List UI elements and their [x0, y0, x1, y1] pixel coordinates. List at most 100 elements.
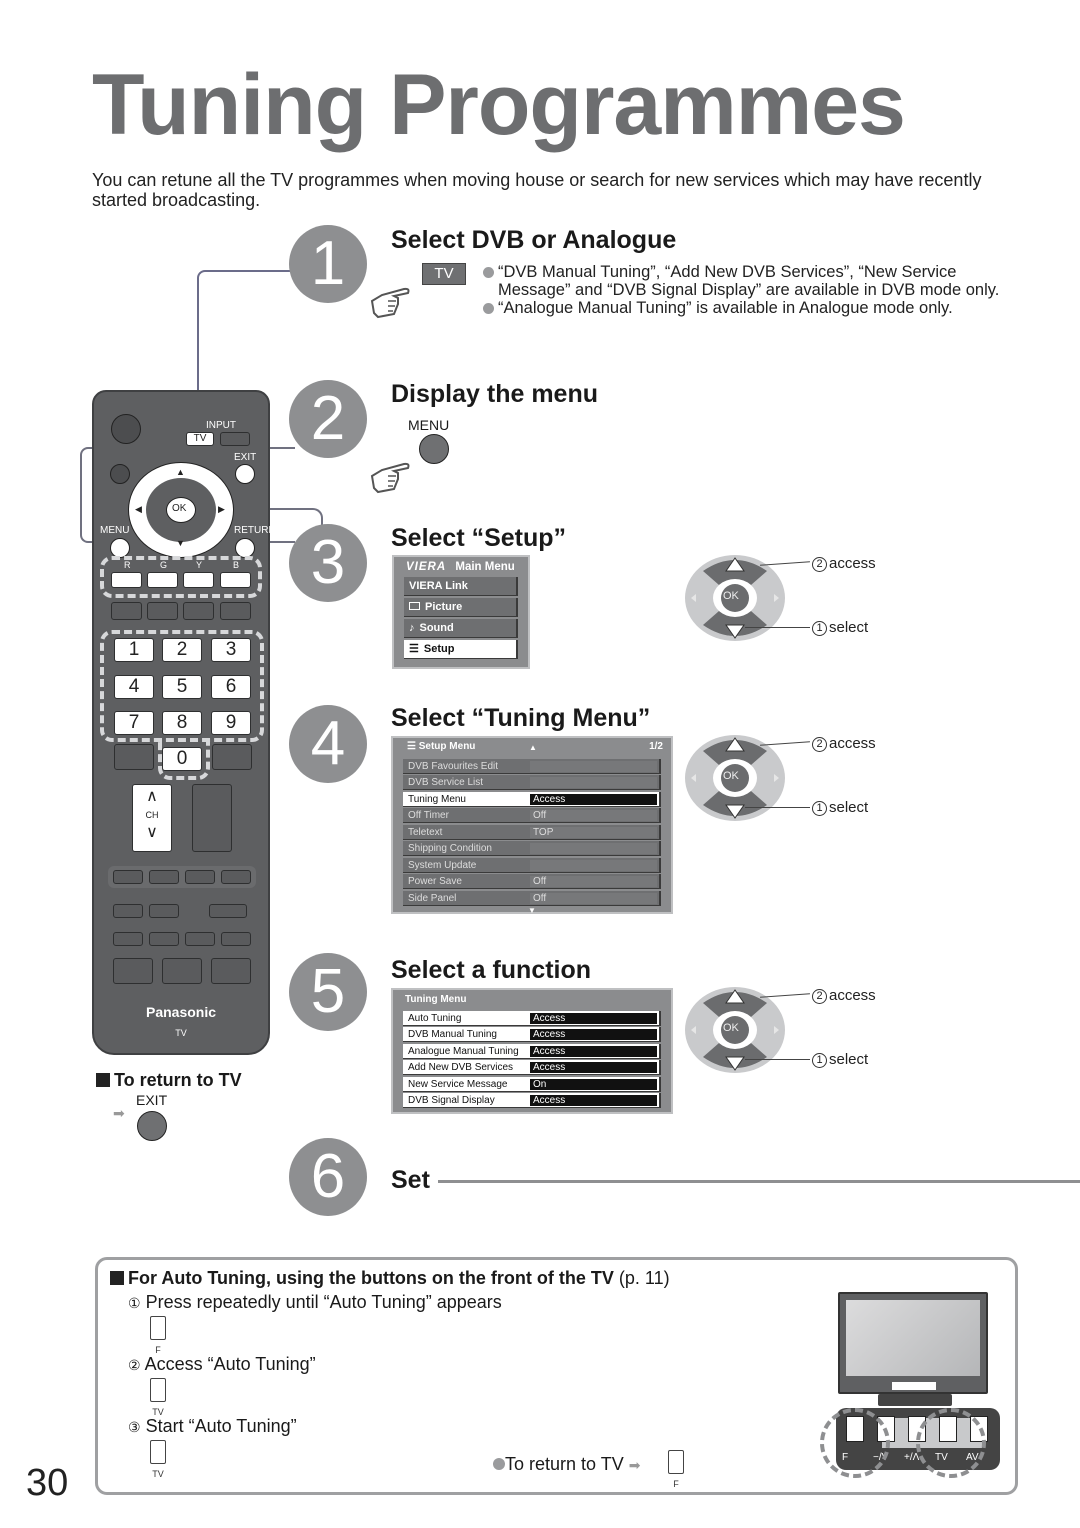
scroll-down-icon: ▼ [528, 906, 536, 915]
function-key-2[interactable] [147, 602, 178, 620]
setup-menu-row[interactable]: System Update [403, 857, 661, 873]
function-key-3[interactable] [183, 602, 214, 620]
digit-key-0[interactable]: 0 [162, 747, 202, 771]
yellow-key[interactable] [183, 572, 214, 588]
lower-key-3[interactable] [185, 932, 215, 946]
tv-button[interactable]: TV [186, 432, 214, 446]
power-button[interactable] [111, 414, 141, 444]
row-label: Add New DVB Services [408, 1062, 514, 1073]
green-key[interactable] [147, 572, 178, 588]
row-label: System Update [408, 859, 477, 871]
red-key-label: R [124, 560, 131, 570]
transport-key-2[interactable] [149, 870, 179, 884]
ok-button[interactable]: OK [723, 1022, 739, 1034]
menu-key-button[interactable] [419, 434, 449, 464]
transport-key-4[interactable] [221, 870, 251, 884]
access-number: 2 [812, 737, 827, 752]
setup-menu-row[interactable]: Off Timer Off [403, 808, 661, 823]
red-key[interactable] [111, 572, 142, 588]
blue-key[interactable] [220, 572, 251, 588]
tuning-menu-row[interactable]: DVB Signal Display Access [403, 1093, 661, 1108]
step-5-heading: Select a function [391, 956, 592, 984]
tuning-menu-row[interactable]: DVB Manual Tuning Access [403, 1027, 661, 1042]
green-key-label: G [160, 560, 168, 570]
option-key-3[interactable] [209, 904, 247, 918]
row-value [530, 859, 657, 871]
tuning-menu-row[interactable]: Auto Tuning Access [403, 1010, 661, 1026]
setup-menu-row[interactable]: DVB Favourites Edit [403, 758, 661, 774]
function-key-1[interactable] [111, 602, 142, 620]
up-arrow-icon[interactable]: ▲ [176, 467, 185, 477]
ok-button[interactable]: OK [723, 770, 739, 782]
exit-button[interactable] [235, 464, 255, 484]
menu-label: MENU [100, 525, 130, 536]
ok-button[interactable]: OK [723, 590, 739, 602]
tv-screen [846, 1300, 980, 1376]
large-key-1[interactable] [113, 958, 153, 984]
extra-key-right[interactable] [212, 744, 252, 770]
menu-item-picture[interactable]: Picture [404, 598, 518, 617]
front-key-tv[interactable]: TV [150, 1440, 166, 1479]
transport-key-1[interactable] [113, 870, 143, 884]
lower-key-1[interactable] [113, 932, 143, 946]
setup-menu-title: Setup Menu [418, 741, 476, 752]
left-arrow-icon[interactable]: ◀ [135, 504, 142, 515]
setup-menu-row[interactable]: DVB Service List [403, 775, 661, 790]
channel-up-icon[interactable]: ∧ [133, 789, 171, 805]
down-arrow-icon[interactable]: ▼ [176, 538, 185, 548]
front-key-f-return[interactable]: F [668, 1450, 684, 1489]
option-key-1[interactable] [113, 904, 143, 918]
volume-rocker[interactable] [192, 784, 232, 852]
digit-key-4[interactable]: 4 [114, 675, 154, 699]
front-key-f[interactable]: F [150, 1316, 166, 1355]
access-label: access [829, 987, 876, 1004]
access-annotation: 2 access [812, 555, 876, 572]
input-button[interactable] [220, 432, 250, 446]
channel-down-icon[interactable]: ∨ [133, 825, 171, 841]
remote-aux-button[interactable] [110, 464, 130, 484]
digit-key-3[interactable]: 3 [211, 638, 251, 662]
exit-key-button[interactable] [137, 1111, 167, 1141]
menu-item-viera-link[interactable]: VIERA Link [404, 577, 518, 596]
tuning-menu-row[interactable]: Add New DVB Services Access [403, 1060, 661, 1075]
extra-key-left[interactable] [114, 744, 154, 770]
digit-key-1[interactable]: 1 [114, 638, 154, 662]
large-key-2[interactable] [162, 958, 202, 984]
row-label: Power Save [408, 876, 462, 887]
setup-menu-row[interactable]: Teletext TOP [403, 824, 661, 840]
digit-key-9[interactable]: 9 [211, 711, 251, 735]
lower-key-4[interactable] [221, 932, 251, 946]
front-key-tv[interactable]: TV [150, 1378, 166, 1417]
digit-key-8[interactable]: 8 [162, 711, 202, 735]
digit-key-5[interactable]: 5 [162, 675, 202, 699]
setup-menu-row[interactable]: Side Panel Off [403, 890, 661, 906]
setup-menu-row[interactable]: Shipping Condition [403, 841, 661, 856]
tv-key[interactable]: TV [422, 263, 466, 285]
return-to-tv-heading: To return to TV [96, 1070, 242, 1091]
digit-key-2[interactable]: 2 [162, 638, 202, 662]
function-key-4[interactable] [220, 602, 251, 620]
digit-key-6[interactable]: 6 [211, 675, 251, 699]
remote-menu-button[interactable] [110, 538, 130, 558]
exit-key-label: EXIT [136, 1092, 168, 1108]
setup-menu-row[interactable]: Power Save Off [403, 874, 661, 889]
menu-item-sound[interactable]: ♪ Sound [404, 619, 518, 638]
transport-key-3[interactable] [185, 870, 215, 884]
right-arrow-icon[interactable]: ▶ [218, 504, 225, 515]
tuning-menu-row[interactable]: Analogue Manual Tuning Access [403, 1043, 661, 1059]
arrow-right-icon: ➡ [628, 1457, 641, 1473]
option-key-2[interactable] [149, 904, 179, 918]
square-bullet-icon [96, 1073, 110, 1087]
tuning-menu-row[interactable]: New Service Message On [403, 1076, 661, 1092]
menu-item-setup[interactable]: ☰ Setup [404, 640, 518, 659]
return-button[interactable] [235, 538, 255, 558]
digit-key-7[interactable]: 7 [114, 711, 154, 735]
row-value: Access [530, 1012, 657, 1024]
row-label: Teletext [408, 826, 443, 838]
large-key-3[interactable] [211, 958, 251, 984]
setup-menu-row[interactable]: Tuning Menu Access [403, 791, 661, 807]
step-1-number: 1 [289, 225, 367, 303]
channel-rocker[interactable]: ∧ CH ∨ [132, 784, 172, 852]
row-value: Off [530, 876, 657, 887]
lower-key-2[interactable] [149, 932, 179, 946]
